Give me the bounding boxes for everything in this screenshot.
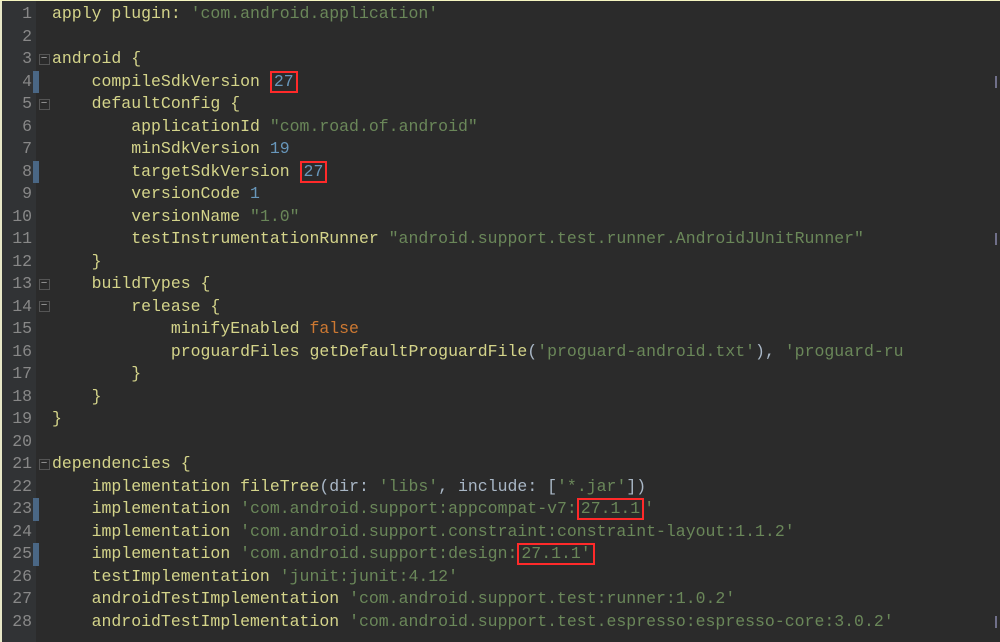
line-number: 5 — [2, 93, 36, 116]
code-area[interactable]: apply plugin: 'com.android.application' a… — [52, 1, 1000, 642]
code-line-26[interactable]: testImplementation 'junit:junit:4.12' — [52, 566, 1000, 589]
change-marker — [33, 543, 39, 566]
line-number: 23 — [2, 498, 36, 521]
code-line-17[interactable]: } — [52, 363, 1000, 386]
line-number: 21 — [2, 453, 36, 476]
code-line-7[interactable]: minSdkVersion 19 — [52, 138, 1000, 161]
code-line-11[interactable]: testInstrumentationRunner "android.suppo… — [52, 228, 1000, 251]
fold-marker — [36, 318, 52, 341]
line-number: 9 — [2, 183, 36, 206]
fold-marker[interactable] — [36, 408, 52, 431]
code-line-27[interactable]: androidTestImplementation 'com.android.s… — [52, 588, 1000, 611]
line-number: 4 — [2, 71, 36, 94]
code-line-25[interactable]: implementation 'com.android.support:desi… — [52, 543, 1000, 566]
line-number: 7 — [2, 138, 36, 161]
fold-marker — [36, 476, 52, 499]
fold-marker — [36, 431, 52, 454]
line-number: 10 — [2, 206, 36, 229]
code-line-6[interactable]: applicationId "com.road.of.android" — [52, 116, 1000, 139]
fold-marker — [36, 26, 52, 49]
line-number: 6 — [2, 116, 36, 139]
code-line-12[interactable]: } — [52, 251, 1000, 274]
code-line-18[interactable]: } — [52, 386, 1000, 409]
code-line-13[interactable]: buildTypes { — [52, 273, 1000, 296]
fold-marker — [36, 566, 52, 589]
line-number: 1 — [2, 3, 36, 26]
line-number: 25 — [2, 543, 36, 566]
right-margin-marker — [995, 616, 997, 628]
code-line-10[interactable]: versionName "1.0" — [52, 206, 1000, 229]
code-line-8[interactable]: targetSdkVersion 27 — [52, 161, 1000, 184]
right-margin-marker — [995, 233, 997, 245]
code-line-14[interactable]: release { — [52, 296, 1000, 319]
line-number: 20 — [2, 431, 36, 454]
highlighted-version: 27 — [270, 71, 298, 93]
fold-marker — [36, 3, 52, 26]
code-line-22[interactable]: implementation fileTree(dir: 'libs', inc… — [52, 476, 1000, 499]
fold-marker — [36, 521, 52, 544]
line-number: 26 — [2, 566, 36, 589]
line-number: 16 — [2, 341, 36, 364]
line-number: 11 — [2, 228, 36, 251]
code-line-19[interactable]: } — [52, 408, 1000, 431]
code-line-21[interactable]: dependencies { — [52, 453, 1000, 476]
code-line-24[interactable]: implementation 'com.android.support.cons… — [52, 521, 1000, 544]
line-number: 3 — [2, 48, 36, 71]
change-marker — [33, 161, 39, 184]
line-number: 18 — [2, 386, 36, 409]
fold-marker[interactable] — [36, 273, 52, 296]
line-number-gutter: 1234567891011121314151617181920212223242… — [0, 1, 36, 642]
fold-marker — [36, 116, 52, 139]
line-number: 24 — [2, 521, 36, 544]
fold-marker[interactable] — [36, 48, 52, 71]
highlighted-version: 27.1.1' — [517, 543, 594, 565]
code-line-9[interactable]: versionCode 1 — [52, 183, 1000, 206]
line-number: 8 — [2, 161, 36, 184]
line-number: 13 — [2, 273, 36, 296]
code-editor[interactable]: 1234567891011121314151617181920212223242… — [0, 1, 1000, 642]
code-line-5[interactable]: defaultConfig { — [52, 93, 1000, 116]
fold-marker[interactable] — [36, 453, 52, 476]
code-line-20[interactable] — [52, 431, 1000, 454]
highlighted-version: 27 — [300, 161, 328, 183]
fold-marker[interactable] — [36, 386, 52, 409]
change-marker — [33, 71, 39, 94]
right-margin-marker — [995, 76, 997, 88]
fold-marker — [36, 183, 52, 206]
highlighted-version: 27.1.1 — [577, 498, 644, 520]
line-number: 27 — [2, 588, 36, 611]
line-number: 15 — [2, 318, 36, 341]
code-line-23[interactable]: implementation 'com.android.support:appc… — [52, 498, 1000, 521]
code-line-16[interactable]: proguardFiles getDefaultProguardFile('pr… — [52, 341, 1000, 364]
code-line-1[interactable]: apply plugin: 'com.android.application' — [52, 3, 1000, 26]
code-line-2[interactable] — [52, 26, 1000, 49]
fold-marker — [36, 138, 52, 161]
code-line-3[interactable]: android { — [52, 48, 1000, 71]
fold-marker[interactable] — [36, 93, 52, 116]
fold-marker — [36, 228, 52, 251]
line-number: 2 — [2, 26, 36, 49]
code-line-28[interactable]: androidTestImplementation 'com.android.s… — [52, 611, 1000, 634]
line-number: 19 — [2, 408, 36, 431]
fold-marker[interactable] — [36, 296, 52, 319]
fold-marker — [36, 588, 52, 611]
fold-marker — [36, 341, 52, 364]
fold-marker — [36, 611, 52, 634]
code-line-15[interactable]: minifyEnabled false — [52, 318, 1000, 341]
fold-marker[interactable] — [36, 251, 52, 274]
line-number: 28 — [2, 611, 36, 634]
fold-marker[interactable] — [36, 363, 52, 386]
line-number: 17 — [2, 363, 36, 386]
change-marker — [33, 498, 39, 521]
fold-marker — [36, 206, 52, 229]
code-line-4[interactable]: compileSdkVersion 27 — [52, 71, 1000, 94]
line-number: 12 — [2, 251, 36, 274]
line-number: 14 — [2, 296, 36, 319]
line-number: 22 — [2, 476, 36, 499]
